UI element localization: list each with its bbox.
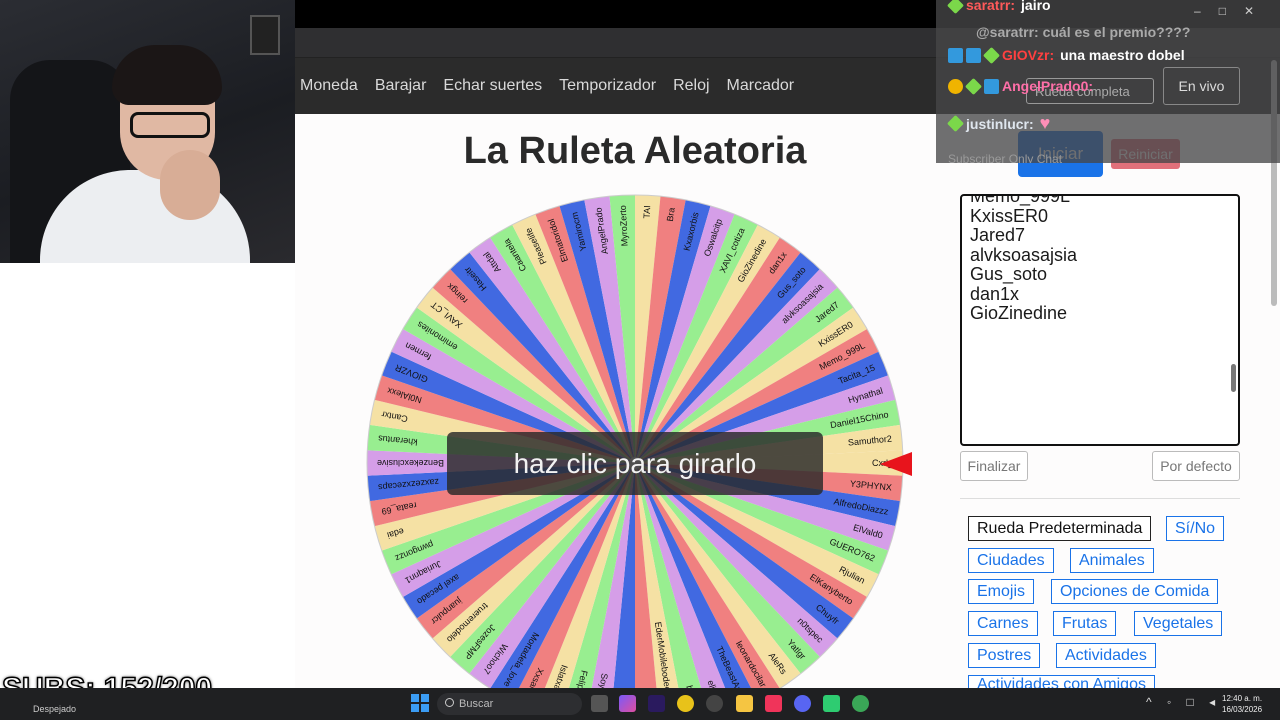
wheel-entry-label: Benzekexclusive xyxy=(377,458,444,468)
webcam-feed xyxy=(0,0,295,263)
chat-user: AngelPrado0: xyxy=(1002,78,1094,94)
cube-badge-icon xyxy=(984,78,999,94)
spin-prompt[interactable]: haz clic para girarlo xyxy=(447,432,823,495)
preset-si-no[interactable]: Sí/No xyxy=(1166,516,1225,541)
chat-text: @saratrr: cuál es el premio???? xyxy=(976,24,1191,40)
streamer-hand xyxy=(160,150,220,220)
windows-start-icon[interactable] xyxy=(411,694,429,712)
folder-icon[interactable] xyxy=(736,695,753,712)
name-line: Jared7 xyxy=(970,225,1026,245)
clock-time: 12:40 a. m. xyxy=(1222,694,1263,703)
task-view-icon[interactable] xyxy=(591,695,608,712)
name-line: dan1x xyxy=(970,283,1020,304)
weather-widget[interactable]: Despejado xyxy=(33,704,76,714)
preset-frutas[interactable]: Frutas xyxy=(1053,611,1117,636)
premiere-icon[interactable] xyxy=(648,695,665,712)
preset-ciudades[interactable]: Ciudades xyxy=(968,548,1054,573)
wheel-entry-label: Bra xyxy=(665,207,677,222)
discord-icon[interactable] xyxy=(794,695,811,712)
subscriber-notice: Subscriber Only Chat xyxy=(948,152,1063,163)
streamer-glasses xyxy=(130,112,210,138)
textarea-scrollbar[interactable] xyxy=(1231,364,1236,392)
names-textarea[interactable]: Memo_999L KxissER0 Jared7 alvksoasajsia … xyxy=(960,194,1240,446)
nav-item-temporizador[interactable]: Temporizador xyxy=(559,77,656,95)
system-tray-icons[interactable]: ^ ◦ □ ◂ xyxy=(1146,695,1221,709)
wheel-entry-label: TAI xyxy=(642,205,653,219)
streamer-hair xyxy=(112,45,222,105)
default-button[interactable]: Por defecto xyxy=(1152,451,1240,481)
chat-message: @saratrr: cuál es el premio???? xyxy=(976,24,1190,40)
preset-carnes[interactable]: Carnes xyxy=(968,611,1038,636)
chat-message: justinlucr: ♥ xyxy=(947,113,1051,134)
sub-badge-icon xyxy=(947,0,964,14)
divider xyxy=(960,498,1240,499)
screen: Moneda Barajar Echar suertes Temporizado… xyxy=(0,0,1280,720)
sub-badge-icon xyxy=(965,77,982,95)
tool-badge-icon xyxy=(948,47,963,63)
chat-overlay: –□✕ saratrr: jairo @saratrr: cuál es el … xyxy=(936,0,1280,163)
taskbar xyxy=(0,688,1280,720)
chrome-icon[interactable] xyxy=(677,695,694,712)
preset-opciones-de-comida[interactable]: Opciones de Comida xyxy=(1051,579,1219,604)
chat-text: jairo xyxy=(1021,0,1051,13)
name-line: Gus_soto xyxy=(970,264,1048,284)
music-icon[interactable] xyxy=(765,695,782,712)
nav-item-reloj[interactable]: Reloj xyxy=(673,77,709,95)
window-controls-icon[interactable]: –□✕ xyxy=(1194,4,1272,18)
search-placeholder: Buscar xyxy=(459,698,494,710)
copilot-icon[interactable] xyxy=(619,695,636,712)
name-line: GioZinedine xyxy=(970,303,1068,323)
chat-user: saratrr: xyxy=(966,0,1016,13)
preset-vegetales[interactable]: Vegetales xyxy=(1134,611,1223,636)
nav-item-moneda[interactable]: Moneda xyxy=(300,77,358,95)
chat-message: GIOVzr: una maestro dobel xyxy=(948,46,1185,64)
name-line: KxissER0 xyxy=(970,205,1049,226)
nav-item-barajar[interactable]: Barajar xyxy=(375,77,427,95)
chat-user: justinlucr: xyxy=(966,115,1034,132)
taskbar-search[interactable]: Buscar xyxy=(437,693,582,715)
sub-badge-icon xyxy=(983,46,1000,64)
nav-item-marcador[interactable]: Marcador xyxy=(727,77,795,95)
chat-message: saratrr: jairo xyxy=(947,0,1051,14)
preset-emojis[interactable]: Emojis xyxy=(968,579,1035,604)
wall-frame xyxy=(250,15,280,55)
search-icon xyxy=(445,698,454,707)
chat-user: GIOVzr: xyxy=(1002,47,1055,63)
chat-message: AngelPrado0: xyxy=(948,77,1099,95)
clock-date: 16/03/2026 xyxy=(1222,705,1263,714)
nav-item-echar-suertes[interactable]: Echar suertes xyxy=(443,77,542,95)
chrome-profile-icon[interactable] xyxy=(852,695,869,712)
name-line: Memo_999L xyxy=(970,194,1071,206)
kick-icon[interactable] xyxy=(823,695,840,712)
preset-actividades[interactable]: Actividades xyxy=(1056,643,1156,668)
live-button[interactable]: En vivo xyxy=(1163,67,1240,105)
gift-badge-icon xyxy=(966,47,981,63)
name-line: alvksoasajsia xyxy=(970,244,1078,265)
wheel-entry-label: MyroZerto xyxy=(618,205,630,246)
finish-button[interactable]: Finalizar xyxy=(960,451,1028,481)
preset-animales[interactable]: Animales xyxy=(1070,548,1154,573)
sub-badge-icon xyxy=(947,115,964,132)
tier-badge-icon xyxy=(948,78,963,94)
preset-rueda-predeterminada[interactable]: Rueda Predeterminada xyxy=(968,516,1152,541)
clock[interactable]: 12:40 a. m. 16/03/2026 xyxy=(1222,693,1262,715)
wheel-pointer-icon xyxy=(880,452,912,476)
preset-postres[interactable]: Postres xyxy=(968,643,1041,668)
heart-emote-icon: ♥ xyxy=(1039,113,1051,133)
chat-text: una maestro dobel xyxy=(1060,47,1185,63)
page-title: La Ruleta Aleatoria xyxy=(463,130,807,172)
obs-icon[interactable] xyxy=(706,695,723,712)
preset-actividades-con-amigos[interactable]: Actividades con Amigos xyxy=(968,675,1155,689)
